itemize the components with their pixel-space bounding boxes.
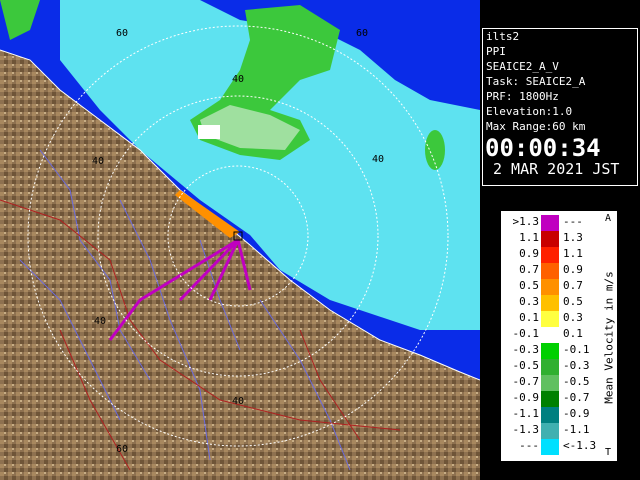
legend-color-swatch xyxy=(541,359,559,375)
range-label: 40 xyxy=(92,156,104,167)
station-name: ilts2 xyxy=(486,30,520,43)
legend-row-high-label: 0.5 xyxy=(563,295,583,308)
range-label: 40 xyxy=(232,396,244,407)
legend-title: Mean Velocity in m/s xyxy=(602,271,616,404)
legend-row-low-label: -0.9 xyxy=(512,391,540,404)
legend-row-low-label: -0.1 xyxy=(512,327,540,340)
legend-row-high-label: -0.1 xyxy=(563,343,590,356)
legend-color-swatch xyxy=(541,231,559,247)
legend-row: >1.3 --- xyxy=(501,215,619,231)
legend-color-swatch xyxy=(541,295,559,311)
legend-color-swatch xyxy=(541,311,559,327)
legend-color-swatch xyxy=(541,439,559,455)
legend-color-swatch xyxy=(541,247,559,263)
legend-color-swatch xyxy=(541,263,559,279)
legend-row-low-label: 1.1 xyxy=(519,231,539,244)
legend-color-swatch xyxy=(541,423,559,439)
legend-color-swatch xyxy=(541,327,559,343)
legend-color-swatch xyxy=(541,215,559,231)
legend-row-high-label: -0.3 xyxy=(563,359,590,372)
legend-row-high-label: 1.3 xyxy=(563,231,583,244)
task-name: Task: SEAICE2_A xyxy=(486,75,586,88)
legend-row-high-label: <-1.3 xyxy=(563,439,597,452)
legend-color-swatch xyxy=(541,375,559,391)
legend-row-low-label: 0.7 xyxy=(519,263,539,276)
legend-row-low-label: 0.1 xyxy=(519,311,539,324)
range-label: 60 xyxy=(116,28,128,39)
legend-row-low-label: >1.3 xyxy=(512,215,540,228)
legend-row-high-label: --- xyxy=(563,215,583,228)
legend-row-high-label: 0.9 xyxy=(563,263,583,276)
scan-time: 00:00:34 xyxy=(485,134,601,162)
legend-color-swatch xyxy=(541,391,559,407)
legend-row-high-label: 0.1 xyxy=(563,327,583,340)
range-label: 40 xyxy=(94,316,106,327)
legend-row-high-label: -0.9 xyxy=(563,407,590,420)
legend-corner-bottom: T xyxy=(605,447,612,458)
legend-row-low-label: -0.7 xyxy=(512,375,540,388)
legend-row-low-label: 0.3 xyxy=(519,295,539,308)
legend-row-high-label: -1.1 xyxy=(563,423,590,436)
scan-date: 2 MAR 2021 JST xyxy=(493,160,620,178)
legend-row-low-label: --- xyxy=(519,439,539,452)
range-label: 40 xyxy=(372,154,384,165)
legend-row-low-label: 0.9 xyxy=(519,247,539,260)
prf-value: PRF: 1800Hz xyxy=(486,90,559,103)
product-name: SEAICE2_A_V xyxy=(486,60,559,73)
scan-type: PPI xyxy=(486,45,506,58)
sea-ice-echo-white xyxy=(198,125,220,139)
legend-row-high-label: 1.1 xyxy=(563,247,583,260)
legend-row-low-label: -0.3 xyxy=(512,343,540,356)
legend-color-swatch xyxy=(541,407,559,423)
velocity-legend: >1.3 --- 1.1 1.3 0.9 1.1 0.7 0.9 0.5 0.7 0.3 0.5 0.1… xyxy=(500,210,618,462)
max-range-value: Max Range:60 km xyxy=(486,120,586,133)
legend-row-low-label: -1.3 xyxy=(512,423,540,436)
range-label: 40 xyxy=(232,74,244,85)
legend-row-low-label: 0.5 xyxy=(519,279,539,292)
range-label: 60 xyxy=(116,444,128,455)
legend-row-high-label: -0.5 xyxy=(563,375,590,388)
legend-row-low-label: -0.5 xyxy=(512,359,540,372)
legend-corner-top: A xyxy=(605,213,612,224)
radar-ppi-map[interactable]: 60 60 40 40 40 40 40 60 xyxy=(0,0,480,480)
range-label: 60 xyxy=(356,28,368,39)
scan-info-panel: ilts2 PPI SEAICE2_A_V Task: SEAICE2_A PR… xyxy=(482,28,638,186)
legend-color-swatch xyxy=(541,279,559,295)
legend-color-swatch xyxy=(541,343,559,359)
legend-row-high-label: -0.7 xyxy=(563,391,590,404)
legend-row-low-label: -1.1 xyxy=(512,407,540,420)
elevation-value: Elevation:1.0 xyxy=(486,105,573,118)
legend-row-high-label: 0.7 xyxy=(563,279,583,292)
legend-row-high-label: 0.3 xyxy=(563,311,583,324)
legend-row: 1.1 1.3 xyxy=(501,231,619,247)
legend-row: -1.3 -1.1 xyxy=(501,423,619,439)
legend-row: --- <-1.3 xyxy=(501,439,619,455)
